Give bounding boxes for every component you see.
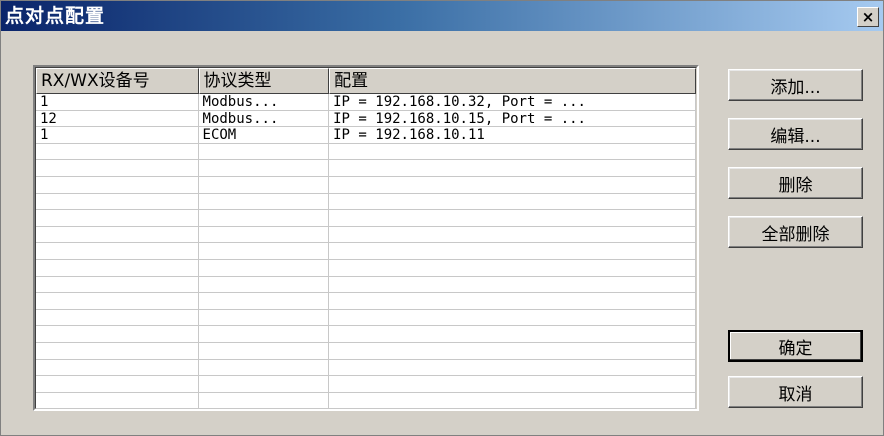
close-icon: × — [861, 7, 875, 26]
table-cell — [36, 210, 199, 226]
table-row[interactable] — [36, 293, 696, 310]
table-cell — [329, 259, 696, 276]
table-cell: IP = 192.168.10.15, Port = ... — [329, 110, 696, 127]
table-row[interactable] — [36, 342, 696, 360]
table-cell — [329, 193, 696, 210]
table-cell — [329, 376, 696, 392]
table-row[interactable] — [36, 326, 696, 343]
table-row[interactable] — [36, 276, 696, 294]
table-cell: 1 — [36, 127, 199, 143]
table-cell — [36, 342, 199, 359]
table-cell — [36, 359, 199, 376]
table-cell: 1 — [36, 94, 199, 110]
table-cell — [36, 193, 199, 210]
delete-all-button[interactable]: 全部删除 — [728, 216, 863, 248]
table-cell: 12 — [36, 110, 199, 127]
add-button[interactable]: 添加... — [728, 69, 863, 101]
table-cell — [199, 193, 330, 210]
list-view-frame: RX/WX设备号 协议类型 配置 1 Modbus... IP = 192.168.… — [35, 67, 697, 409]
edit-button[interactable]: 编辑... — [728, 118, 863, 150]
list-rows: 1 Modbus... IP = 192.168.10.32, Port = ...… — [36, 94, 696, 409]
table-row[interactable] — [36, 143, 696, 161]
table-cell — [329, 309, 696, 326]
ok-button[interactable]: 确定 — [728, 330, 863, 362]
table-cell — [199, 326, 330, 342]
table-row[interactable] — [36, 243, 696, 260]
delete-button[interactable]: 删除 — [728, 167, 863, 199]
table-cell — [36, 326, 199, 342]
table-cell — [329, 143, 696, 160]
table-cell: IP = 192.168.10.32, Port = ... — [329, 94, 696, 110]
column-header-protocol[interactable]: 协议类型 — [198, 68, 330, 94]
table-cell — [329, 293, 696, 309]
table-row[interactable] — [36, 392, 696, 409]
table-cell — [199, 376, 330, 392]
table-row[interactable] — [36, 160, 696, 177]
table-cell — [36, 376, 199, 392]
table-cell — [199, 259, 330, 276]
table-cell — [329, 392, 696, 409]
table-row[interactable] — [36, 376, 696, 393]
table-cell — [36, 276, 199, 293]
table-row[interactable]: 1 Modbus... IP = 192.168.10.32, Port = ... — [36, 94, 696, 111]
table-cell — [199, 392, 330, 409]
table-cell — [329, 160, 696, 176]
table-cell — [36, 226, 199, 243]
table-cell — [199, 359, 330, 376]
table-cell — [36, 259, 199, 276]
table-cell — [36, 176, 199, 193]
table-cell — [329, 243, 696, 259]
column-header-device-id[interactable]: RX/WX设备号 — [36, 68, 199, 94]
table-row[interactable]: 12 Modbus... IP = 192.168.10.15, Port = ..… — [36, 110, 696, 128]
table-cell — [199, 243, 330, 259]
table-cell — [329, 326, 696, 342]
table-row[interactable] — [36, 210, 696, 227]
table-cell — [199, 143, 330, 160]
table-row[interactable] — [36, 259, 696, 277]
table-cell — [329, 342, 696, 359]
table-cell — [329, 359, 696, 376]
table-cell: Modbus... — [199, 110, 330, 127]
table-cell — [199, 342, 330, 359]
table-cell — [36, 143, 199, 160]
table-row[interactable] — [36, 359, 696, 377]
table-row[interactable] — [36, 176, 696, 194]
table-cell — [36, 392, 199, 409]
title-bar[interactable]: 点对点配置 × — [1, 1, 883, 31]
table-cell — [199, 176, 330, 193]
table-cell — [199, 309, 330, 326]
cancel-button[interactable]: 取消 — [728, 376, 863, 408]
table-cell: ECOM — [199, 127, 330, 143]
column-header-config[interactable]: 配置 — [329, 68, 696, 94]
table-cell: Modbus... — [199, 94, 330, 110]
table-cell — [36, 160, 199, 176]
table-cell — [199, 160, 330, 176]
table-cell — [36, 243, 199, 259]
table-row[interactable] — [36, 309, 696, 327]
table-cell — [329, 276, 696, 293]
config-list-view[interactable]: RX/WX设备号 协议类型 配置 1 Modbus... IP = 192.168.… — [33, 65, 699, 411]
table-cell — [329, 226, 696, 243]
table-cell — [199, 210, 330, 226]
table-cell — [36, 309, 199, 326]
table-row[interactable] — [36, 226, 696, 244]
table-cell — [199, 276, 330, 293]
table-cell — [199, 293, 330, 309]
window-title: 点对点配置 — [5, 5, 106, 27]
table-cell: IP = 192.168.10.11 — [329, 127, 696, 143]
table-row[interactable]: 1 ECOM IP = 192.168.10.11 — [36, 127, 696, 144]
table-row[interactable] — [36, 193, 696, 211]
table-cell — [329, 210, 696, 226]
close-button[interactable]: × — [857, 7, 879, 27]
table-cell — [329, 176, 696, 193]
table-cell — [36, 293, 199, 309]
peer-to-peer-config-dialog: 点对点配置 × RX/WX设备号 协议类型 配置 1 Modbus... IP = … — [0, 0, 884, 436]
table-cell — [199, 226, 330, 243]
list-header: RX/WX设备号 协议类型 配置 — [36, 68, 696, 94]
